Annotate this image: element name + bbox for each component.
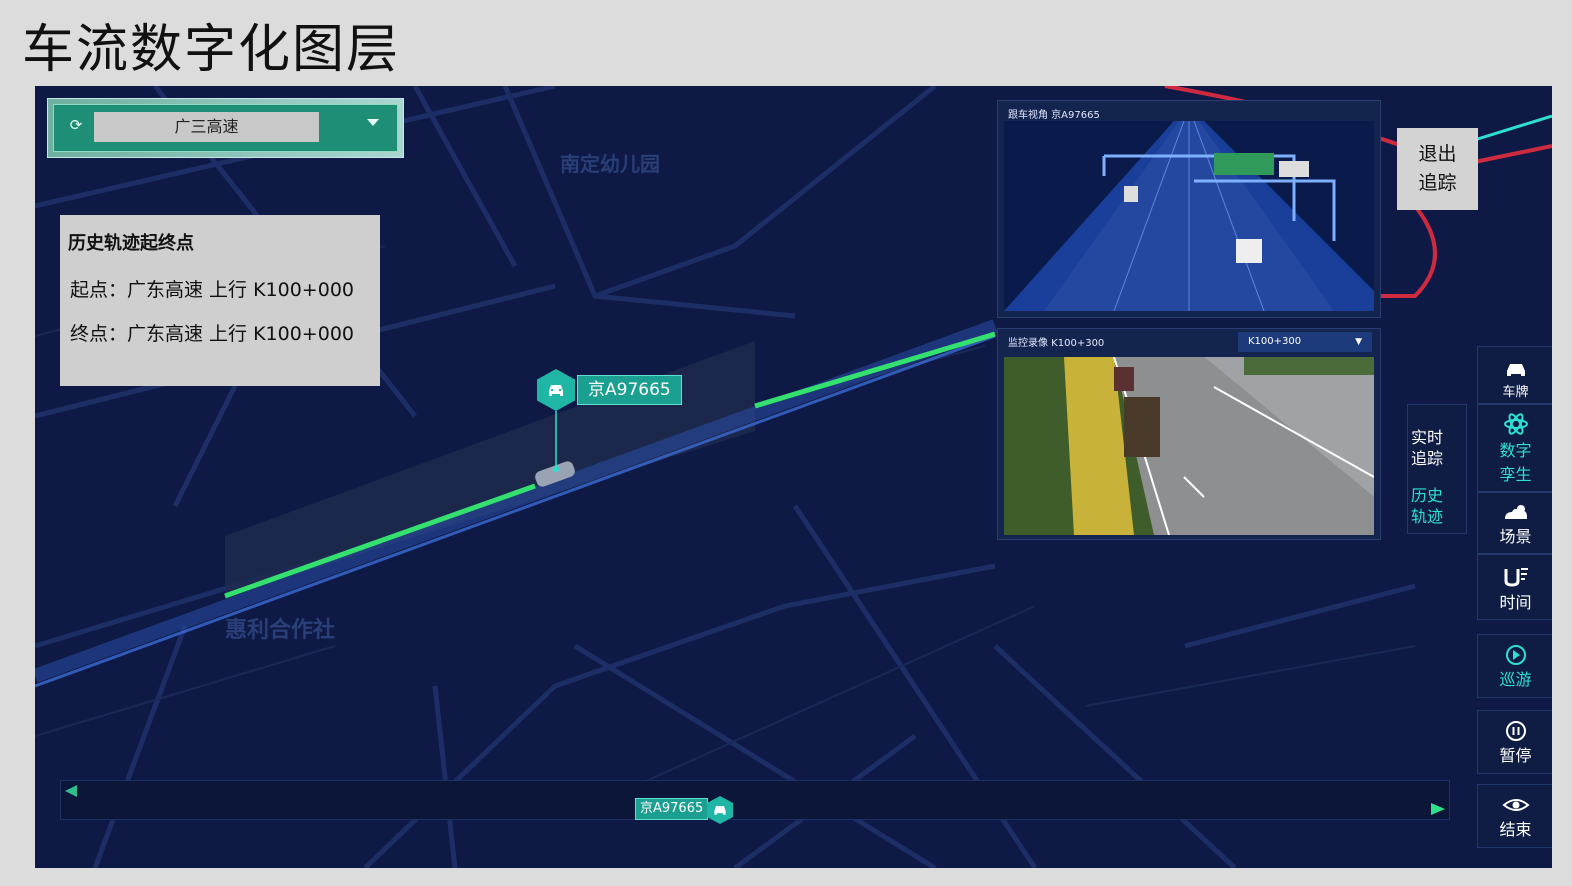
follow-view-panel: 跟车视角 京A97665 bbox=[997, 100, 1381, 318]
history-start: 起点：广东高速 上行 K100+000 bbox=[70, 279, 354, 301]
tool-cruise-label: 巡游 bbox=[1499, 670, 1532, 689]
playback-timeline[interactable]: 京A97665 bbox=[60, 780, 1450, 824]
refresh-icon[interactable]: ⟳ bbox=[68, 117, 84, 133]
submenu-history-l1: 历史 bbox=[1411, 486, 1444, 505]
camera-select[interactable]: K100+300 ▼ bbox=[1238, 332, 1372, 352]
eye-icon bbox=[1501, 799, 1530, 811]
history-end: 终点：广东高速 上行 K100+000 bbox=[70, 323, 354, 345]
map-view[interactable]: 南定幼儿园 惠利合作社 ⟳ 广三高速 历史轨迹起终点 起点：广东高速 上行 K1… bbox=[35, 86, 1552, 868]
weather-icon bbox=[1504, 505, 1527, 519]
exit-tracking-line2: 追踪 bbox=[1418, 172, 1457, 194]
chevron-down-icon[interactable] bbox=[367, 119, 379, 126]
page-title: 车流数字化图层 bbox=[22, 20, 401, 80]
tool-scene-label: 场景 bbox=[1499, 527, 1532, 546]
timeline-plate-tag: 京A97665 bbox=[635, 798, 709, 820]
history-heading: 历史轨迹起终点 bbox=[68, 233, 194, 254]
tool-scene[interactable]: 场景 bbox=[1477, 492, 1552, 554]
car-icon bbox=[1506, 364, 1525, 376]
submenu-realtime-l2: 追踪 bbox=[1411, 449, 1444, 468]
follow-view-caption: 跟车视角 京A97665 bbox=[1008, 110, 1100, 121]
pause-circle-icon bbox=[1505, 721, 1526, 741]
history-endpoints-panel: 历史轨迹起终点 起点：广东高速 上行 K100+000 终点：广东高速 上行 K… bbox=[60, 215, 380, 386]
follow-view-video[interactable] bbox=[1004, 121, 1374, 311]
tool-end-label: 结束 bbox=[1499, 820, 1532, 839]
map-label-kindergarten: 南定幼儿园 bbox=[560, 152, 660, 176]
tool-time-label: 时间 bbox=[1499, 593, 1532, 612]
atom-icon bbox=[1503, 413, 1528, 435]
road-selector[interactable]: ⟳ 广三高速 bbox=[47, 98, 404, 158]
tool-pause[interactable]: 暂停 bbox=[1477, 710, 1552, 774]
chevron-down-icon: ▼ bbox=[1355, 337, 1362, 347]
play-circle-icon bbox=[1505, 645, 1526, 665]
submenu-history-l2: 轨迹 bbox=[1411, 507, 1444, 526]
car-icon bbox=[714, 806, 726, 815]
tool-pause-label: 暂停 bbox=[1499, 746, 1532, 765]
monitor-caption: 监控录像 K100+300 bbox=[1008, 338, 1105, 349]
monitor-video[interactable] bbox=[1004, 357, 1374, 535]
car-icon bbox=[549, 385, 563, 396]
vehicle-plate-tag[interactable]: 京A97665 bbox=[577, 375, 682, 405]
map-label-cooperative: 惠利合作社 bbox=[225, 618, 336, 643]
tool-digital-twin[interactable]: 数字 孪生 bbox=[1477, 404, 1552, 492]
track-submenu: 实时 追踪 历史 轨迹 bbox=[1407, 404, 1467, 534]
time-icon bbox=[1504, 568, 1528, 587]
tool-plate[interactable]: 车牌 bbox=[1477, 346, 1552, 404]
tool-time[interactable]: 时间 bbox=[1477, 554, 1552, 620]
tool-cruise[interactable]: 巡游 bbox=[1477, 634, 1552, 698]
camera-select-value: K100+300 bbox=[1248, 336, 1302, 347]
submenu-realtime-l1: 实时 bbox=[1411, 428, 1444, 447]
exit-tracking-button[interactable]: 退出 追踪 bbox=[1397, 128, 1478, 210]
submenu-history[interactable]: 历史 轨迹 bbox=[1411, 485, 1443, 527]
tool-digital-twin-l2: 孪生 bbox=[1499, 465, 1532, 484]
tool-digital-twin-l1: 数字 bbox=[1499, 441, 1532, 460]
road-select-field[interactable]: 广三高速 bbox=[94, 112, 319, 142]
tool-plate-label: 车牌 bbox=[1502, 385, 1529, 400]
tool-end[interactable]: 结束 bbox=[1477, 784, 1552, 848]
submenu-realtime[interactable]: 实时 追踪 bbox=[1411, 427, 1443, 469]
timeline-track bbox=[65, 785, 1445, 815]
exit-tracking-line1: 退出 bbox=[1418, 143, 1457, 165]
monitor-panel: 监控录像 K100+300 K100+300 ▼ bbox=[997, 328, 1381, 540]
